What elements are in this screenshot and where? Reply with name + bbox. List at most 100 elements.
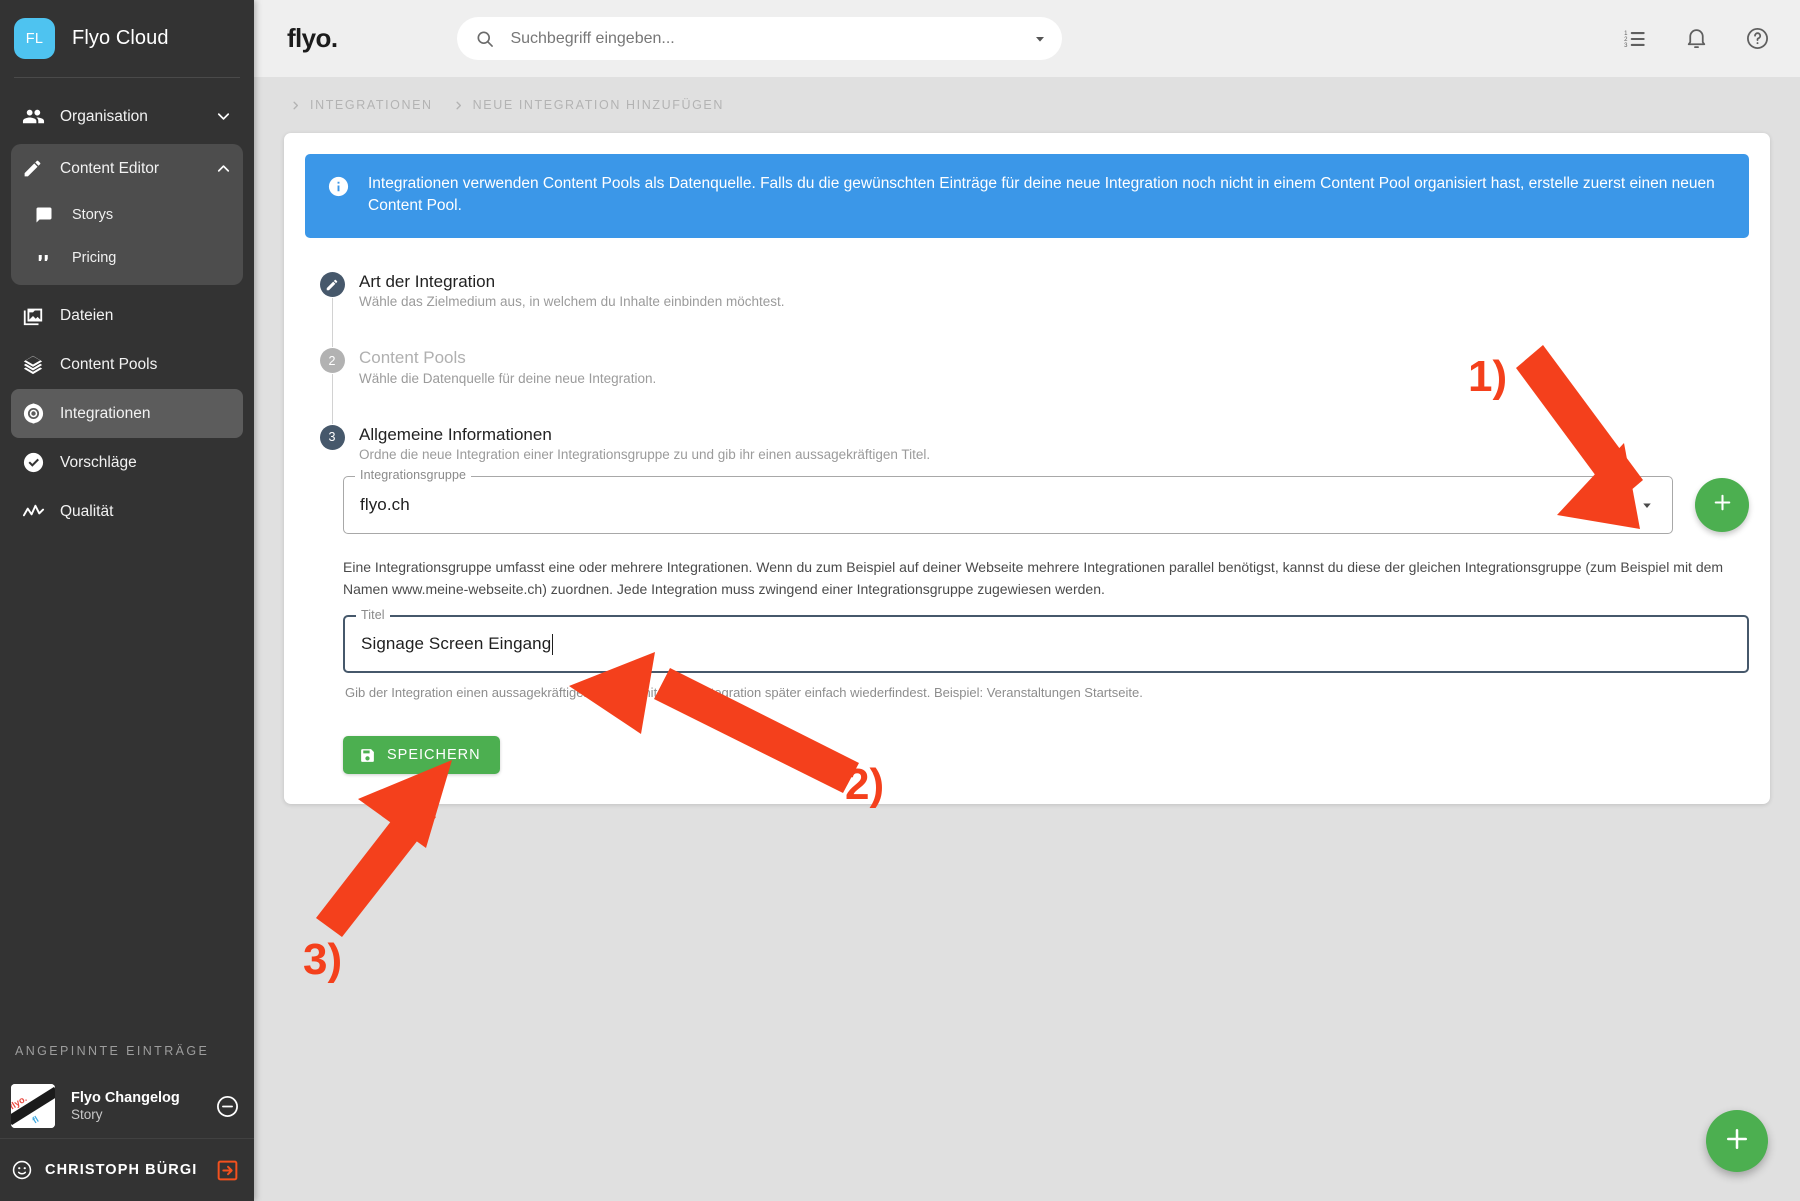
step-connector bbox=[332, 374, 333, 424]
sidebar-item-label: Pricing bbox=[72, 249, 117, 266]
search-icon bbox=[475, 29, 495, 49]
step-number: 2 bbox=[319, 348, 345, 374]
step-title: Allgemeine Informationen bbox=[359, 424, 552, 444]
top-bar-icons: 1 2 3 bbox=[1622, 26, 1770, 52]
pencil-icon bbox=[22, 158, 52, 179]
app-root: FL Flyo Cloud Organisation Content Edito… bbox=[0, 0, 1800, 1201]
stepper-step-content-pools[interactable]: 2 Content Pools Wähle die Datenquelle fü… bbox=[313, 347, 1749, 424]
step-description: Wähle die Datenquelle für deine neue Int… bbox=[359, 370, 657, 386]
sidebar-item-content-editor[interactable]: Content Editor bbox=[11, 144, 243, 193]
sidebar-nav: Organisation Content Editor Storys Prici… bbox=[0, 78, 254, 536]
photo-library-icon bbox=[22, 305, 52, 327]
plus-icon bbox=[1710, 490, 1735, 520]
list-item[interactable]: flyo. fl Flyo Changelog Story bbox=[0, 1074, 254, 1138]
sidebar-item-label: Content Editor bbox=[60, 159, 160, 177]
stepper-step-art-der-integration[interactable]: Art der Integration Wähle das Zielmedium… bbox=[313, 271, 1749, 348]
sidebar-item-label: Vorschläge bbox=[60, 453, 137, 471]
info-banner-text: Integrationen verwenden Content Pools al… bbox=[368, 175, 1715, 214]
step-connector bbox=[332, 298, 333, 348]
add-fab-button[interactable] bbox=[1706, 1110, 1768, 1172]
step-description: Ordne die neue Integration einer Integra… bbox=[359, 446, 931, 462]
step-body: Content Pools Wähle die Datenquelle für … bbox=[351, 347, 1749, 423]
breadcrumb-item-integrationen[interactable]: INTEGRATIONEN bbox=[290, 98, 433, 112]
check-circle-icon bbox=[22, 451, 52, 474]
stepper-step-allgemeine-informationen[interactable]: 3 Allgemeine Informationen Ordne die neu… bbox=[313, 424, 1749, 476]
title-input[interactable]: Signage Screen Eingang bbox=[361, 634, 551, 654]
sidebar-item-vorschlaege[interactable]: Vorschläge bbox=[11, 438, 243, 487]
step-marker: 2 bbox=[313, 347, 351, 424]
step-title: Content Pools bbox=[359, 348, 466, 368]
integration-icon bbox=[22, 402, 52, 425]
analytics-icon bbox=[22, 500, 52, 523]
quote-icon bbox=[35, 249, 61, 267]
save-button[interactable]: SPEICHERN bbox=[343, 736, 500, 775]
integration-group-help: Eine Integrationsgruppe umfasst eine ode… bbox=[343, 558, 1724, 598]
pinned-section-title: ANGEPINNTE EINTRÄGE bbox=[15, 1044, 210, 1058]
user-name: CHRISTOPH BÜRGI bbox=[45, 1162, 198, 1178]
pinned-meta: Flyo Changelog Story bbox=[71, 1089, 180, 1124]
breadcrumb-label: NEUE INTEGRATION HINZUFÜGEN bbox=[472, 98, 724, 112]
sidebar-item-organisation[interactable]: Organisation bbox=[11, 92, 243, 141]
breadcrumb-item-neue-integration[interactable]: NEUE INTEGRATION HINZUFÜGEN bbox=[453, 98, 724, 112]
title-row: Titel Signage Screen Eingang bbox=[305, 608, 1749, 674]
step-description: Wähle das Zielmedium aus, in welchem du … bbox=[359, 294, 785, 310]
step-title: Art der Integration bbox=[359, 272, 496, 291]
search-box[interactable] bbox=[457, 17, 1063, 60]
pinned-title: Flyo Changelog bbox=[71, 1089, 180, 1106]
sidebar-item-label: Content Pools bbox=[60, 355, 158, 373]
step-marker: 3 bbox=[313, 424, 351, 476]
chevron-down-icon[interactable] bbox=[1024, 31, 1048, 47]
layers-icon bbox=[22, 354, 52, 376]
sidebar-item-label: Qualität bbox=[60, 502, 114, 520]
sidebar: FL Flyo Cloud Organisation Content Edito… bbox=[0, 0, 254, 1201]
user-row[interactable]: CHRISTOPH BÜRGI bbox=[0, 1138, 254, 1201]
sidebar-group-content-editor: Content Editor Storys Pricing bbox=[11, 144, 243, 285]
stepper: Art der Integration Wähle das Zielmedium… bbox=[305, 271, 1749, 476]
sidebar-item-label: Storys bbox=[72, 206, 114, 223]
content-area: INTEGRATIONEN NEUE INTEGRATION HINZUFÜGE… bbox=[254, 77, 1800, 1201]
minus-circle-icon[interactable] bbox=[215, 1094, 240, 1119]
numbered-list-icon[interactable]: 1 2 3 bbox=[1622, 26, 1648, 52]
logout-icon[interactable] bbox=[215, 1158, 240, 1183]
triangle-down-icon[interactable] bbox=[1638, 496, 1656, 514]
top-bar: flyo. 1 2 3 bbox=[254, 0, 1800, 77]
text-cursor bbox=[552, 633, 554, 655]
pinned-thumbnail: flyo. fl bbox=[11, 1084, 55, 1128]
title-input-wrapper[interactable]: Titel Signage Screen Eingang bbox=[343, 608, 1749, 674]
brand[interactable]: FL Flyo Cloud bbox=[0, 0, 254, 77]
sidebar-item-qualitaet[interactable]: Qualität bbox=[11, 487, 243, 536]
plus-icon bbox=[1722, 1124, 1752, 1159]
chevron-up-icon[interactable] bbox=[214, 159, 233, 178]
search-input[interactable] bbox=[508, 28, 1025, 49]
integration-group-value: flyo.ch bbox=[360, 494, 410, 514]
pencil-icon bbox=[319, 272, 345, 297]
app-logo: flyo. bbox=[287, 23, 338, 53]
sidebar-item-integrationen[interactable]: Integrationen bbox=[11, 389, 243, 438]
title-label: Titel bbox=[356, 608, 390, 623]
chevron-down-icon[interactable] bbox=[214, 107, 233, 126]
breadcrumb-label: INTEGRATIONEN bbox=[310, 98, 433, 112]
svg-text:3: 3 bbox=[1624, 42, 1628, 48]
chevron-right-icon bbox=[293, 101, 299, 109]
account-icon bbox=[11, 1159, 33, 1181]
sidebar-item-content-pools[interactable]: Content Pools bbox=[11, 340, 243, 389]
chevron-right-icon bbox=[456, 101, 461, 109]
save-button-label: SPEICHERN bbox=[387, 747, 481, 764]
sidebar-item-storys[interactable]: Storys bbox=[11, 193, 243, 236]
sidebar-item-pricing[interactable]: Pricing bbox=[11, 236, 243, 279]
add-integration-group-button[interactable] bbox=[1695, 477, 1749, 532]
pinned-section: ANGEPINNTE EINTRÄGE flyo. fl Flyo Change… bbox=[0, 1044, 254, 1201]
step-number: 3 bbox=[319, 424, 345, 450]
save-icon bbox=[359, 747, 376, 764]
info-icon bbox=[327, 173, 350, 217]
title-help: Gib der Integration einen aussagekräftig… bbox=[345, 685, 1143, 701]
brand-avatar: FL bbox=[14, 18, 55, 59]
bell-icon[interactable] bbox=[1684, 26, 1709, 51]
step-body: Art der Integration Wähle das Zielmedium… bbox=[351, 271, 1749, 347]
integration-group-select[interactable]: Integrationsgruppe flyo.ch bbox=[343, 467, 1673, 534]
help-circle-icon[interactable] bbox=[1745, 26, 1770, 51]
sidebar-item-dateien[interactable]: Dateien bbox=[11, 291, 243, 340]
integration-group-row: Integrationsgruppe flyo.ch bbox=[305, 467, 1749, 534]
sidebar-item-label: Organisation bbox=[60, 107, 148, 125]
brand-name: Flyo Cloud bbox=[72, 27, 169, 49]
